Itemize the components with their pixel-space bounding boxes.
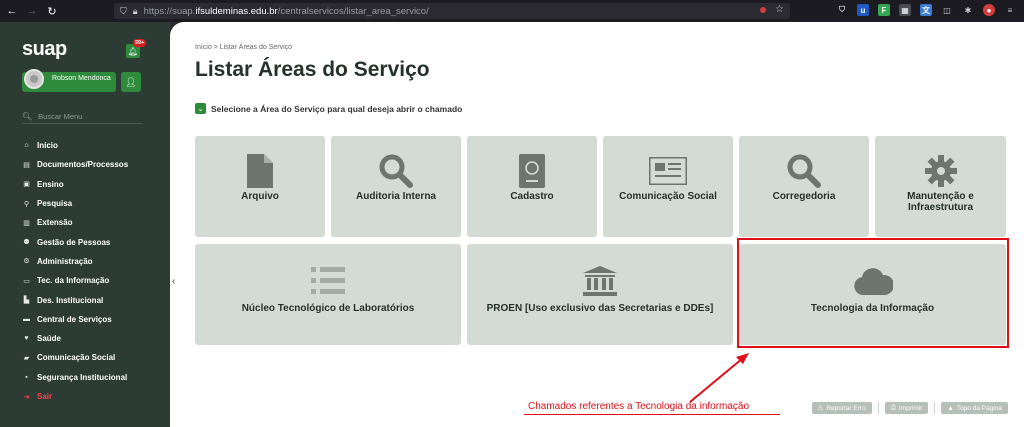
record-icon[interactable]: ● xyxy=(983,4,995,16)
back-icon[interactable]: ← xyxy=(2,0,22,22)
lock-icon: ▪ xyxy=(25,373,28,381)
user-profile-button[interactable]: Robson Mendonca xyxy=(22,69,116,92)
extension-bag-icon[interactable]: ◫ xyxy=(941,4,953,16)
footer-divider xyxy=(877,402,879,414)
extensions-icon[interactable]: ✱ xyxy=(962,4,974,16)
report-error-button[interactable]: ⚠ Reportar Erro xyxy=(811,402,872,414)
gear-icon: ⚙ xyxy=(23,258,30,266)
logout-icon: ⇥ xyxy=(23,393,30,401)
print-button[interactable]: ⎙ Imprimir xyxy=(884,402,929,414)
microscope-icon: ⚲ xyxy=(23,200,30,208)
forward-icon[interactable]: → xyxy=(22,0,42,22)
book-icon: ▣ xyxy=(23,181,30,189)
sidebar-item-tec-da-informacao[interactable]: ▭ Tec. da Informação xyxy=(22,271,128,290)
extension-tray: ⛉ u F ▦ 文 ◫ ✱ ● ≡ xyxy=(836,4,1016,16)
home-icon: ⌂ xyxy=(24,142,29,150)
suap-logo[interactable]: suap xyxy=(22,38,67,61)
comments-icon: ▰ xyxy=(23,354,30,362)
sidebar-item-seguranca-institucional[interactable]: ▪ Segurança Institucional xyxy=(22,368,128,387)
sidebar-item-ensino[interactable]: ▣ Ensino xyxy=(22,175,128,194)
avatar xyxy=(24,69,44,89)
translate-icon[interactable]: 文 xyxy=(920,4,932,16)
search-menu-field[interactable]: 🔍︎ Buscar Menu xyxy=(22,110,142,124)
sidebar-item-administracao[interactable]: ⚙ Administração xyxy=(22,252,128,271)
url-bar[interactable]: ⛉ 🔒︎ https://suap.ifsuldeminas.edu.br/ce… xyxy=(114,3,790,19)
sidebar-item-gestao-de-pessoas[interactable]: ⚉ Gestão de Pessoas xyxy=(22,232,128,251)
lock-icon: 🔒︎ xyxy=(132,5,138,16)
pocket-icon[interactable]: ⛉ xyxy=(836,4,848,16)
sidebar-menu: ⌂ Início ▤ Documentos/Processos ▣ Ensino ⚲ P… xyxy=(22,136,128,406)
user-icon: 👤︎ xyxy=(125,76,137,87)
sidebar-item-saude[interactable]: ♥ Saúde xyxy=(22,329,128,348)
sidebar-item-extensao[interactable]: ▥ Extensão xyxy=(22,213,128,232)
search-menu-placeholder: Buscar Menu xyxy=(38,112,83,121)
sidebar-item-comunicacao-social[interactable]: ▰ Comunicação Social xyxy=(22,348,128,367)
main-content: ‹ Início > Listar Áreas do Serviço Lista… xyxy=(170,22,1024,427)
sidebar-item-pesquisa[interactable]: ⚲ Pesquisa xyxy=(22,194,128,213)
extension-icon: ▥ xyxy=(23,219,30,227)
ublock-icon[interactable]: u xyxy=(857,4,869,16)
chart-icon: ▙ xyxy=(23,297,30,305)
notification-count-badge: 99+ xyxy=(133,39,147,47)
sidebar-item-central-de-servicos[interactable]: ▬ Central de Serviços xyxy=(22,310,128,329)
url-text: https://suap.ifsuldeminas.edu.br/central… xyxy=(143,5,429,17)
sidebar-item-sair[interactable]: ⇥ Sair xyxy=(22,387,128,406)
record-indicator-icon xyxy=(760,7,766,13)
user-name: Robson Mendonca xyxy=(52,75,111,82)
extension-puzzle-icon[interactable]: ▦ xyxy=(899,4,911,16)
sidebar-item-documentos-processos[interactable]: ▤ Documentos/Processos xyxy=(22,155,128,174)
print-icon: ⎙ xyxy=(890,404,896,411)
footer-divider xyxy=(934,402,936,414)
annotation-underline xyxy=(524,414,780,415)
annotation-text: Chamados referentes a Tecnologia da info… xyxy=(528,401,750,412)
heart-icon: ♥ xyxy=(24,335,29,343)
bookmark-star-icon[interactable]: ☆ xyxy=(775,4,784,15)
menu-icon[interactable]: ≡ xyxy=(1004,4,1016,16)
extension-f-icon[interactable]: F xyxy=(878,4,890,16)
ticket-icon: ▬ xyxy=(23,315,30,323)
people-icon: ⚉ xyxy=(23,239,30,247)
bug-icon: ⚠ xyxy=(817,405,824,412)
reload-icon[interactable]: ↻ xyxy=(42,0,62,22)
search-icon: 🔍︎ xyxy=(22,112,33,121)
back-to-top-button[interactable]: ▲ Topo da Página xyxy=(941,402,1008,414)
user-menu-button[interactable]: 👤︎ xyxy=(121,72,141,92)
document-icon: ▤ xyxy=(23,161,30,169)
sidebar-item-des-institucional[interactable]: ▙ Des. Institucional xyxy=(22,290,128,309)
browser-toolbar: ← → ↻ ⛉ 🔒︎ https://suap.ifsuldeminas.edu… xyxy=(0,0,1024,22)
annotation-arrow-icon xyxy=(689,353,749,403)
shield-icon: ⛉ xyxy=(120,5,127,16)
desktop-icon: ▭ xyxy=(23,277,30,285)
arrow-up-icon: ▲ xyxy=(947,404,954,412)
bell-icon: 🔔︎ xyxy=(127,46,139,56)
sidebar: suap 🔔︎ 99+ Robson Mendonca 👤︎ 🔍︎ Buscar… xyxy=(0,22,170,427)
sidebar-item-inicio[interactable]: ⌂ Início xyxy=(22,136,128,155)
footer-actions: ⚠ Reportar Erro ⎙ Imprimir ▲ Topo da Página xyxy=(811,402,1008,414)
